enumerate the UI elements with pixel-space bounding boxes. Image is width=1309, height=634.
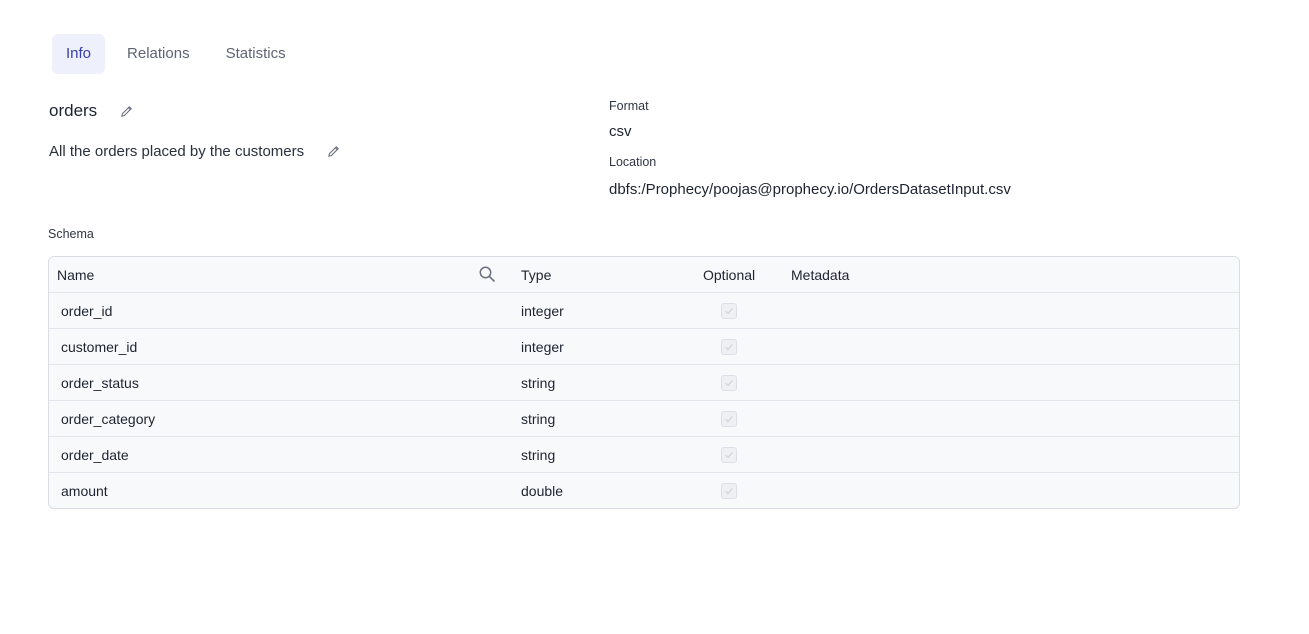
check-icon bbox=[725, 487, 733, 494]
optional-checkbox[interactable] bbox=[721, 446, 737, 463]
search-button[interactable] bbox=[478, 265, 496, 283]
table-header: Name Type Optional Metadata bbox=[49, 257, 1239, 292]
dataset-name-row: orders bbox=[49, 100, 137, 122]
tab-statistics[interactable]: Statistics bbox=[212, 34, 300, 74]
dataset-info-page: Info Relations Statistics orders All the… bbox=[0, 0, 1309, 634]
check-icon bbox=[725, 307, 733, 314]
field-type: string bbox=[521, 374, 556, 391]
table-row: order_date string bbox=[49, 436, 1239, 472]
optional-cell bbox=[721, 473, 737, 508]
column-header-type: Type bbox=[521, 266, 552, 283]
column-header-name: Name bbox=[57, 266, 95, 283]
edit-description-button[interactable] bbox=[322, 140, 344, 162]
pencil-icon bbox=[327, 145, 339, 157]
format-label: Format bbox=[609, 99, 649, 113]
location-value: dbfs:/Prophecy/poojas@prophecy.io/Orders… bbox=[609, 181, 1011, 198]
field-name: order_id bbox=[61, 302, 113, 319]
field-name: order_category bbox=[61, 410, 156, 427]
field-name: customer_id bbox=[61, 338, 138, 355]
tab-relations[interactable]: Relations bbox=[113, 34, 204, 74]
optional-checkbox[interactable] bbox=[721, 482, 737, 499]
dataset-name: orders bbox=[49, 101, 98, 120]
table-row: amount double bbox=[49, 472, 1239, 508]
tab-bar: Info Relations Statistics bbox=[52, 34, 308, 74]
field-name: amount bbox=[61, 482, 108, 499]
format-value: csv bbox=[609, 123, 632, 140]
table-row: customer_id integer bbox=[49, 328, 1239, 364]
field-type: double bbox=[521, 482, 564, 499]
field-type: integer bbox=[521, 302, 564, 319]
check-icon bbox=[725, 415, 733, 422]
schema-label: Schema bbox=[48, 227, 94, 241]
field-type: string bbox=[521, 410, 556, 427]
dataset-description-row: All the orders placed by the customers bbox=[49, 140, 344, 162]
field-type: string bbox=[521, 446, 556, 463]
schema-table: Name Type Optional Metadata order_id int… bbox=[48, 256, 1240, 509]
edit-name-button[interactable] bbox=[115, 100, 137, 122]
check-icon bbox=[725, 451, 733, 458]
check-icon bbox=[725, 343, 733, 350]
field-name: order_date bbox=[61, 446, 129, 463]
optional-checkbox[interactable] bbox=[721, 338, 737, 355]
optional-cell bbox=[721, 437, 737, 472]
optional-checkbox[interactable] bbox=[721, 410, 737, 427]
location-label: Location bbox=[609, 155, 657, 169]
column-header-metadata: Metadata bbox=[791, 266, 850, 283]
optional-cell bbox=[721, 401, 737, 436]
column-header-optional: Optional bbox=[703, 266, 756, 283]
dataset-description: All the orders placed by the customers bbox=[49, 142, 305, 160]
tab-info[interactable]: Info bbox=[52, 34, 106, 74]
field-name: order_status bbox=[61, 374, 139, 391]
field-type: integer bbox=[521, 338, 564, 355]
optional-cell bbox=[721, 365, 737, 400]
optional-checkbox[interactable] bbox=[721, 302, 737, 319]
optional-cell bbox=[721, 329, 737, 364]
pencil-icon bbox=[120, 105, 132, 117]
table-row: order_status string bbox=[49, 364, 1239, 400]
table-row: order_id integer bbox=[49, 292, 1239, 328]
optional-checkbox[interactable] bbox=[721, 374, 737, 391]
check-icon bbox=[725, 379, 733, 386]
table-row: order_category string bbox=[49, 400, 1239, 436]
optional-cell bbox=[721, 293, 737, 328]
search-icon bbox=[479, 266, 495, 282]
